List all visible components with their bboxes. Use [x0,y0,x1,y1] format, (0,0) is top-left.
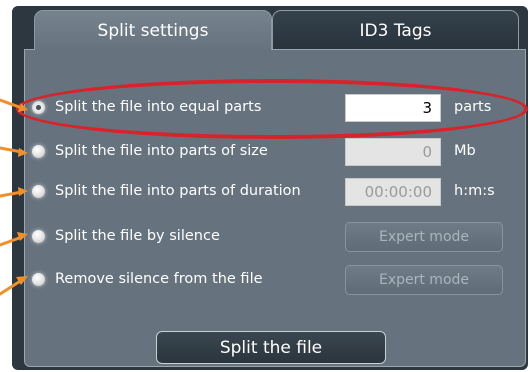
tab-split-settings-label: Split settings [97,20,209,41]
expert-mode-button-remove[interactable]: Expert mode [345,265,503,295]
option-by-silence: Split the file by silence Expert mode [25,222,525,253]
radio-equal-parts[interactable] [32,101,45,114]
parts-count-input[interactable] [345,94,441,122]
tab-id3-tags-label: ID3 Tags [359,20,432,41]
expert-mode-button-silence[interactable]: Expert mode [345,222,503,252]
radio-remove-silence[interactable] [32,273,45,286]
label-size: Split the file into parts of size [55,143,268,159]
label-equal-parts: Split the file into equal parts [55,99,262,115]
option-remove-silence: Remove silence from the file Expert mode [25,265,525,296]
tab-id3-tags[interactable]: ID3 Tags [272,10,519,50]
size-input[interactable] [345,138,441,166]
option-duration: Split the file into parts of duration h:… [25,178,525,208]
unit-mb: Mb [454,143,476,159]
split-file-button[interactable]: Split the file [156,331,386,364]
radio-duration[interactable] [32,185,45,198]
unit-hms: h:m:s [454,183,495,199]
label-remove-silence: Remove silence from the file [55,271,263,287]
unit-parts: parts [454,99,492,115]
tab-split-settings[interactable]: Split settings [34,10,272,50]
duration-input[interactable] [345,178,441,206]
option-equal-parts: Split the file into equal parts parts [25,94,525,124]
radio-by-silence[interactable] [32,230,45,243]
split-settings-panel: Split the file into equal parts parts Sp… [24,49,526,367]
radio-size[interactable] [32,145,45,158]
label-duration: Split the file into parts of duration [55,183,301,199]
option-size: Split the file into parts of size Mb [25,138,525,168]
label-by-silence: Split the file by silence [55,228,220,244]
